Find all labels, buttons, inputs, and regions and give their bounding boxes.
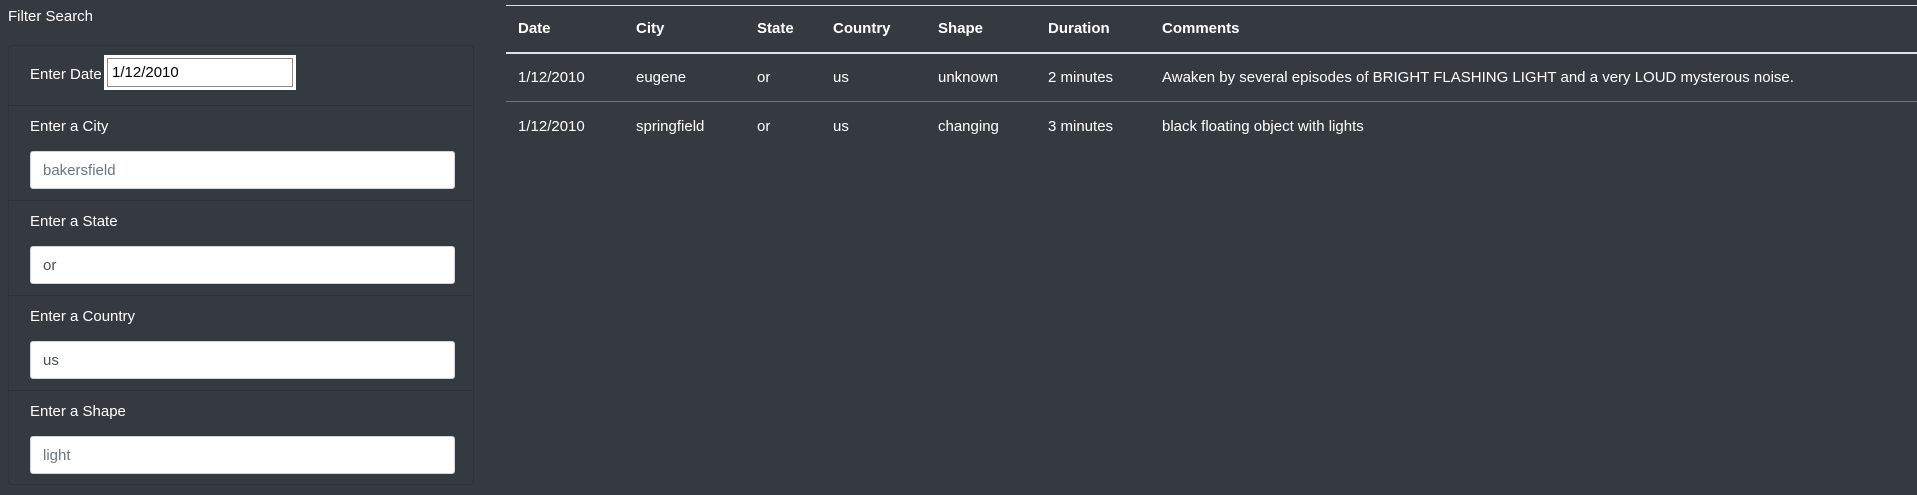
cell-state: or: [745, 52, 821, 102]
table-header-row: Date City State Country Shape Duration C…: [506, 5, 1917, 53]
cell-country: us: [821, 52, 926, 102]
country-label: Enter a Country: [30, 308, 136, 325]
cell-date: 1/12/2010: [506, 52, 624, 102]
filter-city-item: Enter a City: [9, 106, 473, 201]
header-country: Country: [833, 20, 891, 38]
header-comments: Comments: [1162, 20, 1240, 38]
country-input[interactable]: [30, 341, 455, 379]
header-state: State: [757, 20, 794, 38]
table-row: 1/12/2010 eugene or us unknown 2 minutes…: [506, 52, 1917, 102]
cell-duration: 3 minutes: [1048, 117, 1114, 135]
cell-country: us: [833, 117, 849, 135]
date-label: Enter Date: [30, 66, 102, 83]
cell-city: springfield: [636, 117, 705, 135]
city-label: Enter a City: [30, 118, 109, 135]
filter-date-item: Enter Date: [9, 46, 473, 106]
date-input[interactable]: [105, 56, 295, 89]
header-date: Date: [518, 20, 551, 38]
cell-shape: unknown: [926, 52, 1036, 102]
header-shape: Shape: [938, 20, 984, 38]
cell-duration: 2 minutes: [1036, 52, 1150, 102]
filter-shape-item: Enter a Shape: [9, 391, 473, 486]
cell-shape: changing: [938, 117, 999, 135]
results-table-container: Date City State Country Shape Duration C…: [506, 5, 1917, 151]
shape-label: Enter a Shape: [30, 403, 126, 420]
shape-input[interactable]: [30, 436, 455, 474]
cell-city: eugene: [624, 52, 745, 102]
cell-state: or: [757, 117, 771, 135]
state-input[interactable]: [30, 246, 455, 284]
cell-date: 1/12/2010: [518, 117, 585, 135]
filter-country-item: Enter a Country: [9, 296, 473, 391]
filter-search-title: Filter Search: [8, 8, 94, 25]
filter-state-item: Enter a State: [9, 201, 473, 296]
city-input[interactable]: [30, 151, 455, 189]
filter-panel: Enter Date Enter a City Enter a State En…: [8, 45, 474, 485]
ufo-results-table: Date City State Country Shape Duration C…: [506, 5, 1917, 151]
cell-comments: Awaken by several episodes of BRIGHT FLA…: [1150, 52, 1917, 102]
table-row: 1/12/2010 springfield or us changing 3 m…: [506, 102, 1917, 151]
header-city: City: [636, 20, 665, 38]
cell-comments: black floating object with lights: [1162, 117, 1364, 135]
state-label: Enter a State: [30, 213, 118, 230]
header-duration: Duration: [1048, 20, 1110, 38]
